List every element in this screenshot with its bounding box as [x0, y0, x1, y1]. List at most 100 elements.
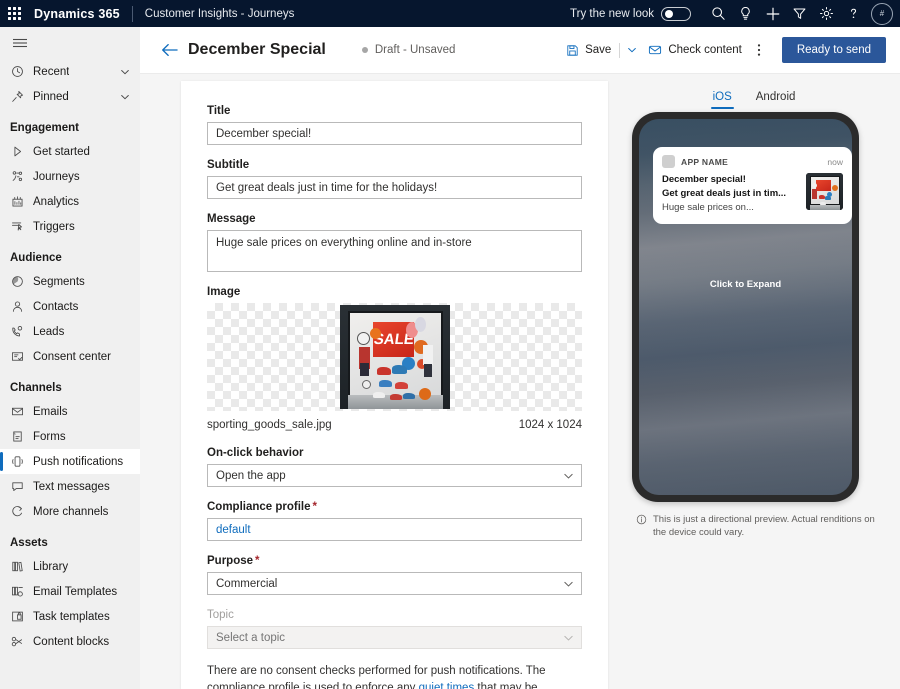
device-tabs: iOS Android [608, 81, 900, 109]
field-title: Title [207, 105, 582, 145]
sidebar-item-segments[interactable]: Segments [0, 269, 140, 294]
notification-subtitle: Get great deals just in tim... [662, 187, 800, 201]
task-template-icon [8, 609, 26, 625]
on-click-behavior-label: On-click behavior [207, 447, 582, 459]
check-content-label: Check content [668, 44, 742, 56]
save-icon [566, 44, 579, 57]
app-launcher-icon[interactable] [0, 0, 28, 27]
more-channels-icon [8, 504, 26, 520]
sidebar-item-leads[interactable]: Leads [0, 319, 140, 344]
page-title: December Special [188, 41, 326, 59]
subtitle-input[interactable] [207, 176, 582, 199]
sidebar-item-push-notifications[interactable]: Push notifications [0, 449, 140, 474]
chevron-down-icon[interactable] [120, 92, 130, 102]
filter-icon[interactable] [786, 0, 813, 27]
new-look-toggle[interactable] [661, 7, 691, 21]
message-textarea[interactable] [207, 230, 582, 272]
field-purpose: Purpose* [207, 555, 582, 595]
sidebar-item-content-blocks[interactable]: Content blocks [0, 629, 140, 654]
sidebar-item-email-templates[interactable]: Email Templates [0, 579, 140, 604]
lightbulb-icon[interactable] [732, 0, 759, 27]
sidebar-item-forms[interactable]: Forms [0, 424, 140, 449]
pin-icon [8, 89, 26, 105]
sidebar-item-text-messages[interactable]: Text messages [0, 474, 140, 499]
device-preview-panel: iOS Android APP NAME now December specia… [608, 81, 900, 689]
notification-preview-card: APP NAME now December special! Get great… [653, 147, 852, 224]
sidebar-item-label: Contacts [33, 301, 78, 313]
command-bar: December Special Draft - Unsaved Save Ch… [140, 27, 900, 74]
sidebar-item-journeys[interactable]: Journeys [0, 164, 140, 189]
back-arrow-icon[interactable] [156, 37, 182, 63]
sidebar-item-consent-center[interactable]: Consent center [0, 344, 140, 369]
sidebar-item-task-templates[interactable]: Task templates [0, 604, 140, 629]
image-dimensions: 1024 x 1024 [519, 419, 582, 431]
notification-text: December special! Get great deals just i… [662, 173, 806, 215]
chevron-down-icon[interactable] [120, 67, 130, 77]
notification-thumbnail [806, 173, 843, 210]
sidebar-group-channels: Channels [0, 369, 140, 399]
sidebar-item-label: Segments [33, 276, 85, 288]
clock-icon [8, 64, 26, 80]
triggers-icon [8, 219, 26, 235]
sidebar-item-recent[interactable]: Recent [0, 59, 140, 84]
leads-icon [8, 324, 26, 340]
sidebar-item-label: Forms [33, 431, 66, 443]
tab-android[interactable]: Android [754, 87, 798, 109]
tab-ios[interactable]: iOS [711, 87, 734, 109]
notification-title: December special! [662, 173, 800, 187]
field-subtitle: Subtitle [207, 159, 582, 199]
gear-icon[interactable] [813, 0, 840, 27]
compliance-profile-input[interactable] [207, 518, 582, 541]
sidebar-item-triggers[interactable]: Triggers [0, 214, 140, 239]
check-content-button[interactable]: Check content [642, 35, 748, 65]
info-icon [636, 514, 647, 525]
plus-icon[interactable] [759, 0, 786, 27]
save-options-chevron-down-icon[interactable] [622, 35, 642, 65]
sidebar-item-label: Consent center [33, 351, 111, 363]
sidebar-item-more-channels[interactable]: More channels [0, 499, 140, 524]
image-dropzone[interactable]: SALE [207, 303, 582, 411]
sidebar-group-engagement: Engagement [0, 109, 140, 139]
check-content-icon [648, 43, 662, 57]
purpose-select[interactable] [207, 572, 582, 595]
command-bar-actions: Save Check content Ready to send [560, 35, 900, 65]
save-button[interactable]: Save [560, 35, 617, 65]
notification-body: December special! Get great deals just i… [662, 173, 843, 215]
suite-header: Dynamics 365 Customer Insights - Journey… [0, 0, 900, 27]
sidebar-item-library[interactable]: Library [0, 554, 140, 579]
notification-message: Huge sale prices on... [662, 201, 800, 215]
field-compliance-profile: Compliance profile* [207, 501, 582, 541]
ready-to-send-button[interactable]: Ready to send [782, 37, 886, 63]
header-divider [132, 6, 133, 22]
sidebar-item-label: Triggers [33, 221, 75, 233]
disclaimer-text: This is just a directional preview. Actu… [653, 513, 884, 539]
sidebar-item-get-started[interactable]: Get started [0, 139, 140, 164]
purpose-label: Purpose* [207, 555, 582, 567]
consent-help-text: There are no consent checks performed fo… [207, 663, 582, 689]
sidebar-item-contacts[interactable]: Contacts [0, 294, 140, 319]
avatar[interactable]: # [871, 3, 893, 25]
sidebar-item-emails[interactable]: Emails [0, 399, 140, 424]
topic-select[interactable] [207, 626, 582, 649]
help-icon[interactable] [840, 0, 867, 27]
library-icon [8, 559, 26, 575]
search-icon[interactable] [705, 0, 732, 27]
quiet-times-link[interactable]: quiet times [419, 682, 475, 689]
sidebar-item-analytics[interactable]: Analytics [0, 189, 140, 214]
on-click-behavior-select[interactable] [207, 464, 582, 487]
image-metadata: sporting_goods_sale.jpg 1024 x 1024 [207, 419, 582, 431]
sidebar-item-pinned[interactable]: Pinned [0, 84, 140, 109]
app-icon [662, 155, 675, 168]
sidebar-item-label: Content blocks [33, 636, 109, 648]
image-file-name: sporting_goods_sale.jpg [207, 419, 332, 431]
sidebar-item-label: Analytics [33, 196, 79, 208]
more-commands-button[interactable] [748, 35, 770, 65]
subtitle-label: Subtitle [207, 159, 582, 171]
menu-icon[interactable] [0, 27, 140, 59]
sidebar-group-audience: Audience [0, 239, 140, 269]
field-topic: Topic [207, 609, 582, 649]
title-input[interactable] [207, 122, 582, 145]
sidebar-item-label: Email Templates [33, 586, 117, 598]
phone-mockup: APP NAME now December special! Get great… [632, 112, 859, 502]
click-to-expand-label: Click to Expand [639, 279, 852, 290]
